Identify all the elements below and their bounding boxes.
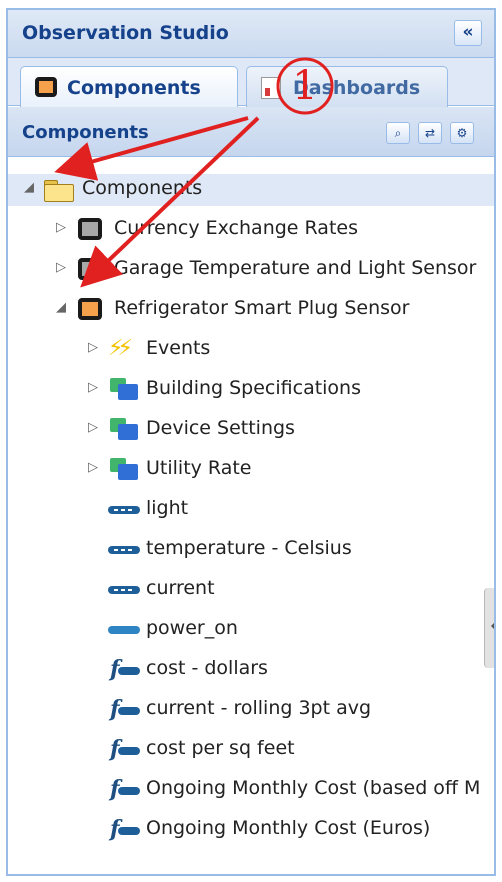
tab-dashboards[interactable]: Dashboards [246,66,448,107]
tab-label: Components [67,77,201,99]
collapsed-arrow-icon[interactable]: ▷ [54,260,68,276]
tree-node-label: current - rolling 3pt avg [146,697,372,719]
observation-studio-panel: Observation Studio « Components Dashboar… [6,8,496,876]
group-icon [110,378,138,400]
window-title: Observation Studio [22,22,229,44]
tree-node-label: Building Specifications [146,377,362,399]
group-icon [110,418,138,440]
function-icon [108,776,142,802]
settings-icon[interactable]: ⚙ [450,122,474,144]
tree-node-label: Ongoing Monthly Cost (based off M [146,777,481,799]
dashboard-icon [261,77,281,99]
variable-icon [108,586,140,594]
tree-item-temperature-celsius[interactable]: temperature - Celsius [8,534,494,566]
collapsed-arrow-icon[interactable]: ▷ [86,340,100,356]
tree-node-label: Ongoing Monthly Cost (Euros) [146,817,431,839]
variable-icon [108,506,140,514]
collapsed-arrow-icon[interactable]: ▷ [86,420,100,436]
collapsed-arrow-icon[interactable]: ▷ [86,380,100,396]
expanded-arrow-icon[interactable]: ◢ [22,180,36,196]
components-header-title: Components [22,122,149,143]
title-bar: Observation Studio « [8,10,494,58]
tree-node-label: light [146,497,189,519]
tree-item-ongoing-monthly-cost[interactable]: Ongoing Monthly Cost (based off M [8,774,494,806]
tree-node-label: power_on [146,617,238,639]
tree-node-label: Components [82,177,203,199]
function-icon [108,816,142,842]
component-icon [35,77,57,97]
tree-node-label: cost per sq feet [146,737,295,759]
tab-components[interactable]: Components [20,66,238,107]
tree-node-label: Refrigerator Smart Plug Sensor [114,297,410,319]
tree-node-label: cost - dollars [146,657,268,679]
tree-item-events[interactable]: ▷ ⚡⚡ Events [8,334,494,366]
tree-item-current-rolling-avg[interactable]: current - rolling 3pt avg [8,694,494,726]
function-icon [108,736,142,762]
tree-item-cost-dollars[interactable]: cost - dollars [8,654,494,686]
tree-item-ongoing-monthly-cost-euros[interactable]: Ongoing Monthly Cost (Euros) [8,814,494,846]
function-icon [108,696,142,722]
components-header: Components ⌕ ⇄ ⚙ [8,107,494,157]
annotation-number: 1 [292,63,318,109]
tree-node-label: Garage Temperature and Light Sensor [114,257,477,279]
collapsed-arrow-icon[interactable]: ▷ [54,220,68,236]
expanded-arrow-icon[interactable]: ◢ [54,300,68,316]
tree-item-power-on[interactable]: power_on [8,614,494,646]
variable-icon [108,546,140,554]
component-icon [78,218,102,240]
group-icon [110,458,138,480]
tree-root-components[interactable]: ◢ Components [8,174,494,206]
tree-item-refrigerator-sensor[interactable]: ◢ Refrigerator Smart Plug Sensor [8,294,494,326]
tree-item-utility-rate[interactable]: ▷ Utility Rate [8,454,494,486]
component-tree: ◢ Components ▷ Currency Exchange Rates ▷… [8,158,494,874]
tree-node-label: Device Settings [146,417,295,439]
tree-item-currency-exchange-rates[interactable]: ▷ Currency Exchange Rates [8,214,494,246]
tree-node-label: Currency Exchange Rates [114,217,358,239]
tree-item-current[interactable]: current [8,574,494,606]
panel-splitter-handle[interactable] [484,588,494,668]
component-icon [78,258,102,280]
folder-icon [44,178,74,202]
tree-item-garage-sensor[interactable]: ▷ Garage Temperature and Light Sensor [8,254,494,286]
tree-item-building-specifications[interactable]: ▷ Building Specifications [8,374,494,406]
binoculars-icon[interactable]: ⌕ [386,122,410,144]
tree-item-light[interactable]: light [8,494,494,526]
component-icon [78,298,102,320]
function-icon [108,656,142,682]
tab-strip: Components Dashboards [8,58,494,107]
boolean-variable-icon [108,626,140,634]
collapsed-arrow-icon[interactable]: ▷ [86,460,100,476]
tree-node-label: Events [146,337,211,359]
refresh-icon[interactable]: ⇄ [418,122,442,144]
tree-node-label: Utility Rate [146,457,252,479]
lightning-icon: ⚡⚡ [108,336,133,361]
tree-node-label: temperature - Celsius [146,537,352,559]
tree-node-label: current [146,577,215,599]
tree-item-cost-per-sq-feet[interactable]: cost per sq feet [8,734,494,766]
collapse-panel-button[interactable]: « [454,20,482,46]
tree-item-device-settings[interactable]: ▷ Device Settings [8,414,494,446]
